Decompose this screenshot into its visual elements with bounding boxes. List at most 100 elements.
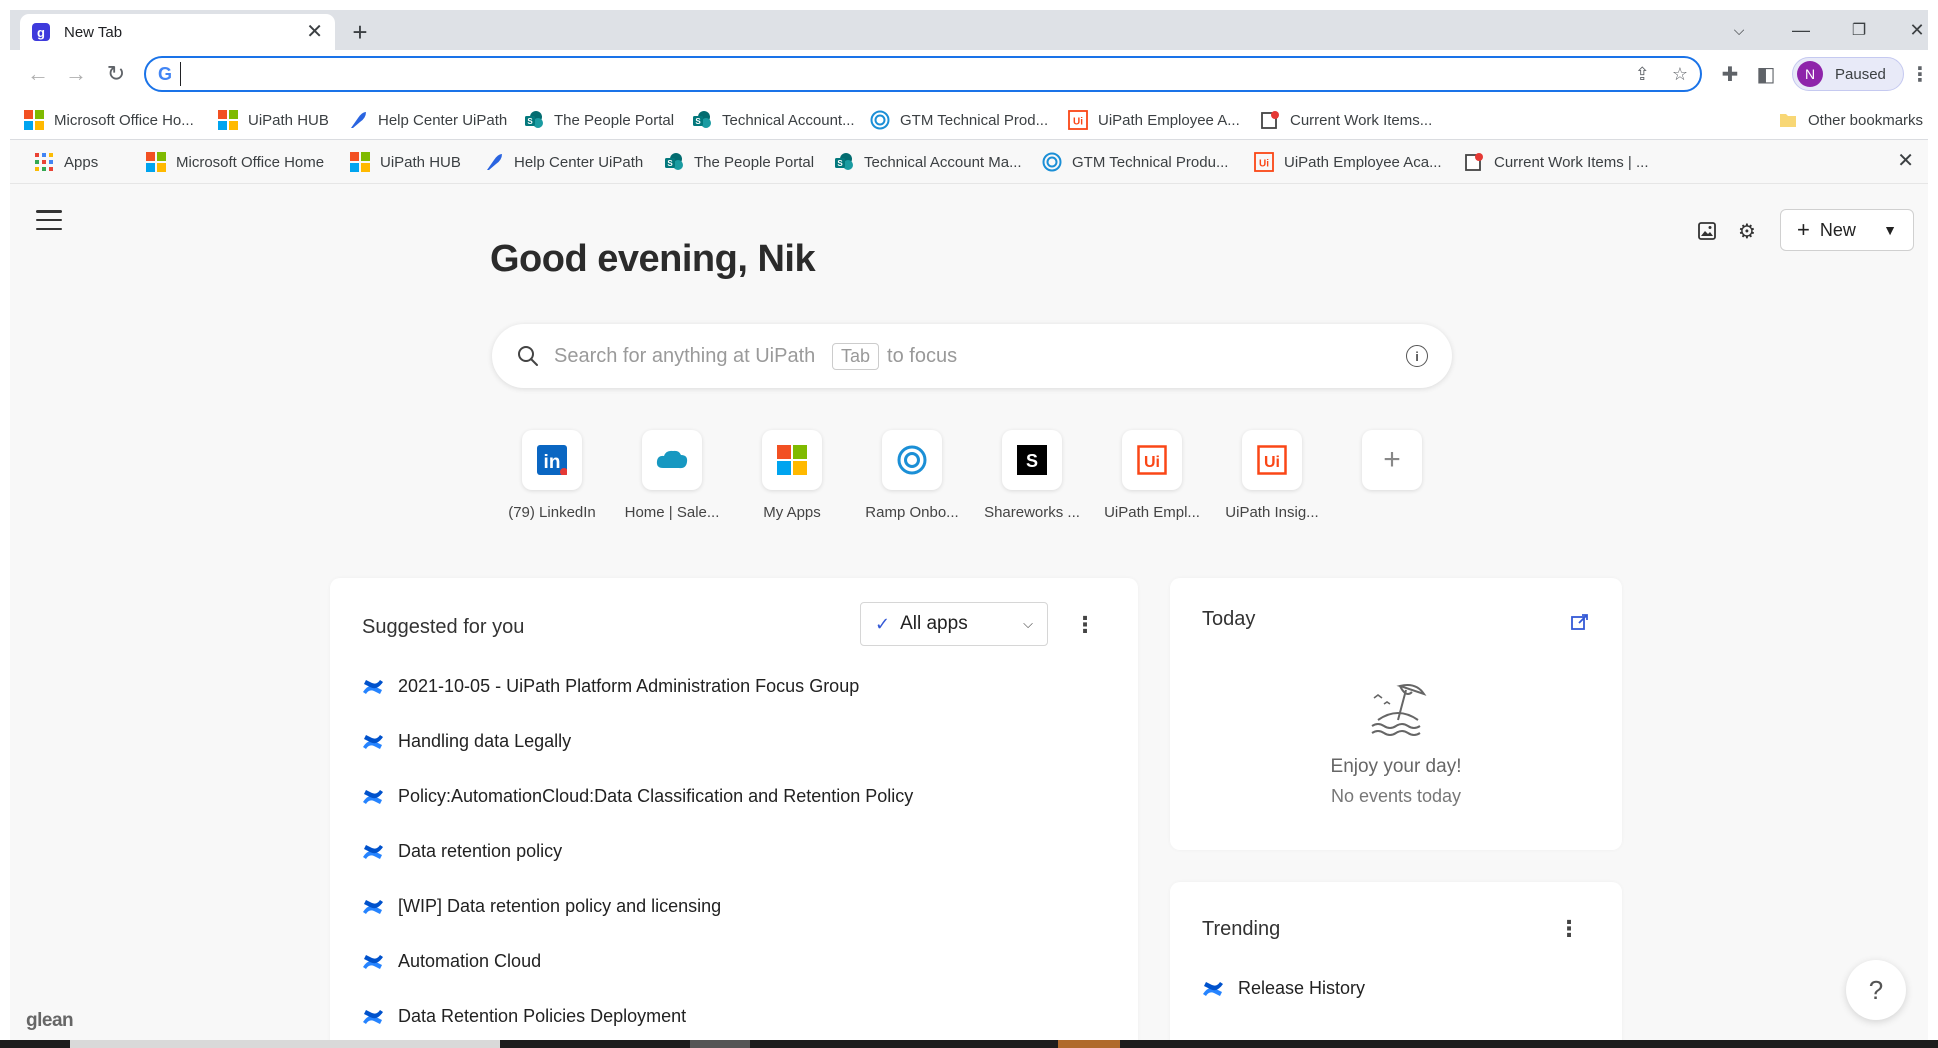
shortcut-tile[interactable]: Ramp Onbo... (852, 430, 972, 521)
app-bar-item[interactable]: UiPath HUB (350, 150, 461, 174)
bookmark-star-icon[interactable]: ☆ (1672, 64, 1688, 85)
app-bar-label: Help Center UiPath (514, 153, 644, 171)
bookmark-item[interactable]: Microsoft Office Ho... (24, 108, 194, 132)
external-link-icon[interactable] (1570, 612, 1590, 632)
shortcut-label: UiPath Insig... (1225, 504, 1319, 521)
list-item-label: 2021-10-05 - UiPath Platform Administrat… (398, 676, 860, 696)
shortcut-tile[interactable]: in (79) LinkedIn (492, 430, 612, 521)
search-input[interactable] (554, 344, 824, 368)
list-item[interactable]: [WIP] Data retention policy and licensin… (362, 896, 721, 917)
list-item-label: Automation Cloud (398, 951, 542, 971)
trending-more-icon[interactable]: ⋮ (1558, 918, 1580, 940)
ramp-icon (870, 110, 890, 130)
help-button[interactable]: ? (1846, 960, 1906, 1020)
caret-down-icon: ▼ (1883, 222, 1897, 238)
tab-close-icon[interactable]: ✕ (306, 22, 323, 42)
app-bar-item[interactable]: S Technical Account Ma... (834, 150, 1022, 174)
close-window-button[interactable]: ✕ (1894, 16, 1938, 44)
focus-hint: to focus (887, 344, 958, 367)
address-bar[interactable]: G ⇪ ☆ (144, 56, 1702, 92)
confluence-icon (1203, 981, 1223, 996)
other-bookmarks-label: Other bookmarks (1808, 111, 1924, 129)
empty-subtitle: No events today (1330, 786, 1462, 806)
tab-search-chevron-icon[interactable]: ⌵ (1716, 16, 1762, 44)
share-icon[interactable]: ⇪ (1635, 64, 1650, 85)
app-bar-item[interactable]: Current Work Items | ... (1464, 150, 1648, 174)
app-bar-item[interactable]: Help Center UiPath (484, 150, 643, 174)
app-bar-label: GTM Technical Produ... (1072, 153, 1229, 171)
list-item-label: Policy:AutomationCloud:Data Classificati… (398, 786, 914, 806)
bookmark-item[interactable]: Ui UiPath Employee A... (1068, 108, 1240, 132)
bookmark-item[interactable]: UiPath HUB (218, 108, 329, 132)
suggested-more-icon[interactable]: ⋮ (1074, 614, 1096, 636)
app-bar-item[interactable]: GTM Technical Produ... (1042, 150, 1228, 174)
shortcut-tile[interactable]: Ui UiPath Empl... (1092, 430, 1212, 521)
list-item[interactable]: Policy:AutomationCloud:Data Classificati… (362, 786, 913, 807)
forward-button[interactable]: → (62, 60, 90, 88)
uipath-icon: Ui (1068, 110, 1088, 130)
profile-button[interactable]: N Paused (1792, 57, 1904, 91)
shortcut-label: Shareworks ... (984, 504, 1080, 521)
new-button[interactable]: + New ▼ (1780, 209, 1914, 251)
tab-new-tab[interactable]: g New Tab ✕ (20, 14, 335, 50)
bookmark-item[interactable]: S The People Portal (524, 108, 674, 132)
extensions-icon[interactable]: ✚ (1716, 60, 1744, 88)
image-icon[interactable] (1696, 220, 1718, 242)
app-bar-label: Technical Account Ma... (864, 153, 1022, 171)
list-item[interactable]: Automation Cloud (362, 951, 541, 972)
uipath-icon: Ui (1254, 152, 1274, 172)
confluence-icon (363, 789, 383, 804)
restore-button[interactable]: ❐ (1836, 16, 1882, 44)
new-tab-button[interactable]: + (344, 16, 376, 48)
shortcut-tile[interactable]: Ui UiPath Insig... (1212, 430, 1332, 521)
other-bookmarks[interactable]: Other bookmarks (1778, 108, 1923, 132)
taskbar-segment (70, 1040, 500, 1048)
apps-filter-dropdown[interactable]: ✓ All apps ⌵ (860, 602, 1048, 646)
app-bar-label: UiPath Employee Aca... (1284, 153, 1442, 171)
taskbar-segment (690, 1040, 750, 1048)
app-bar-item[interactable]: Ui UiPath Employee Aca... (1254, 150, 1442, 174)
settings-gear-icon[interactable]: ⚙ (1736, 220, 1758, 243)
sharepoint-icon: S (693, 111, 711, 128)
shortcut-tile[interactable]: S Shareworks ... (972, 430, 1092, 521)
confluence-icon (363, 899, 383, 914)
tab-strip: g New Tab ✕ + ⌵ — ❐ ✕ (10, 10, 1928, 50)
app-shortcut-bar: Apps Microsoft Office Home UiPath HUB He… (10, 140, 1928, 184)
trending-card: Trending ⋮ Release History (1170, 882, 1622, 1040)
list-item[interactable]: Release History (1202, 978, 1365, 999)
bookmark-label: Help Center UiPath (378, 111, 508, 129)
glean-new-tab-page: Apps Microsoft Office Home UiPath HUB He… (10, 140, 1928, 1040)
list-item[interactable]: Data retention policy (362, 841, 562, 862)
chevron-down-icon: ⌵ (1023, 616, 1033, 631)
hamburger-menu-icon[interactable] (36, 210, 62, 230)
list-item-label: [WIP] Data retention policy and licensin… (398, 896, 722, 916)
confluence-icon (363, 679, 383, 694)
side-panel-icon[interactable]: ◧ (1752, 60, 1780, 88)
empty-title: Enjoy your day! (1330, 756, 1462, 777)
profile-status: Paused (1835, 65, 1886, 83)
bookmark-item[interactable]: S Technical Account... (692, 108, 855, 132)
shortcut-tile[interactable]: Home | Sale... (612, 430, 732, 521)
app-bar-item[interactable]: Microsoft Office Home (146, 150, 324, 174)
ramp-icon (1042, 152, 1062, 172)
search-box[interactable]: Tab to focus i (492, 324, 1452, 388)
back-button[interactable]: ← (24, 60, 52, 88)
list-item[interactable]: 2021-10-05 - UiPath Platform Administrat… (362, 676, 859, 697)
address-input[interactable] (180, 62, 1613, 86)
uipath-icon: Ui (1137, 445, 1167, 475)
bookmark-item[interactable]: Current Work Items... (1260, 108, 1432, 132)
add-shortcut[interactable]: + (1332, 430, 1452, 490)
app-bar-item[interactable]: Apps (34, 150, 98, 174)
minimize-button[interactable]: — (1778, 16, 1824, 44)
list-item[interactable]: Handling data Legally (362, 731, 571, 752)
reload-button[interactable]: ↻ (102, 60, 130, 88)
list-item[interactable]: Data Retention Policies Deployment (362, 1006, 686, 1027)
app-bar-item[interactable]: S The People Portal (664, 150, 814, 174)
bookmark-item[interactable]: Help Center UiPath (348, 108, 507, 132)
menu-kebab-icon[interactable]: ⋮ (1906, 60, 1934, 88)
close-app-bar-icon[interactable]: ✕ (1897, 148, 1914, 173)
info-icon[interactable]: i (1406, 345, 1428, 367)
greeting-title: Good evening, Nik (490, 238, 816, 280)
bookmark-item[interactable]: GTM Technical Prod... (870, 108, 1048, 132)
shortcut-tile[interactable]: My Apps (732, 430, 852, 521)
